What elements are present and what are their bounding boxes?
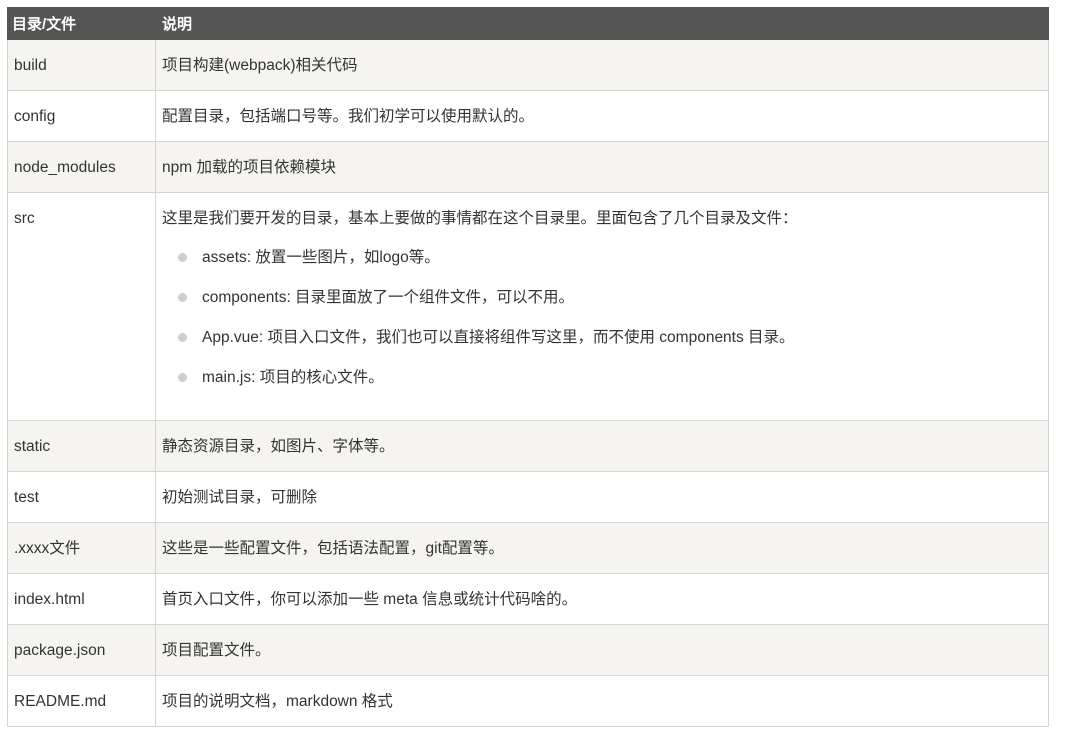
table-header-row: 目录/文件 说明 <box>7 7 1049 40</box>
table-row-src: src 这里是我们要开发的目录，基本上要做的事情都在这个目录里。里面包含了几个目… <box>7 192 1049 421</box>
directory-table-container: 目录/文件 说明 build 项目构建(webpack)相关代码 config … <box>7 7 1049 727</box>
row-description: npm 加载的项目依赖模块 <box>155 141 1049 193</box>
table-row: README.md 项目的说明文档，markdown 格式 <box>7 675 1049 727</box>
src-subitems-list: assets: 放置一些图片，如logo等。 components: 目录里面放… <box>162 248 1042 408</box>
table-row: config 配置目录，包括端口号等。我们初学可以使用默认的。 <box>7 90 1049 142</box>
list-item: components: 目录里面放了一个组件文件，可以不用。 <box>178 288 1042 328</box>
row-name: .xxxx文件 <box>7 522 156 574</box>
row-name: index.html <box>7 573 156 625</box>
row-name: build <box>7 39 156 91</box>
row-description: 初始测试目录，可删除 <box>155 471 1049 523</box>
list-item: assets: 放置一些图片，如logo等。 <box>178 248 1042 288</box>
row-description: 项目的说明文档，markdown 格式 <box>155 675 1049 727</box>
row-name: package.json <box>7 624 156 676</box>
row-description: 项目构建(webpack)相关代码 <box>155 39 1049 91</box>
row-description: 静态资源目录，如图片、字体等。 <box>155 420 1049 472</box>
table-row: test 初始测试目录，可删除 <box>7 471 1049 523</box>
bullet-icon <box>178 373 187 382</box>
header-directory-file: 目录/文件 <box>7 7 156 40</box>
list-item: App.vue: 项目入口文件，我们也可以直接将组件写这里，而不使用 compo… <box>178 328 1042 368</box>
row-description-src: 这里是我们要开发的目录，基本上要做的事情都在这个目录里。里面包含了几个目录及文件… <box>155 192 1049 421</box>
table-row: static 静态资源目录，如图片、字体等。 <box>7 420 1049 472</box>
table-row: build 项目构建(webpack)相关代码 <box>7 39 1049 91</box>
header-description: 说明 <box>155 7 1049 40</box>
row-description: 首页入口文件，你可以添加一些 meta 信息或统计代码啥的。 <box>155 573 1049 625</box>
directory-table: 目录/文件 说明 build 项目构建(webpack)相关代码 config … <box>7 7 1049 727</box>
row-name: static <box>7 420 156 472</box>
row-description: 配置目录，包括端口号等。我们初学可以使用默认的。 <box>155 90 1049 142</box>
list-item-text: App.vue: 项目入口文件，我们也可以直接将组件写这里，而不使用 compo… <box>202 329 795 346</box>
table-row: index.html 首页入口文件，你可以添加一些 meta 信息或统计代码啥的… <box>7 573 1049 625</box>
row-name: node_modules <box>7 141 156 193</box>
row-name: config <box>7 90 156 142</box>
list-item-text: components: 目录里面放了一个组件文件，可以不用。 <box>202 289 575 306</box>
bullet-icon <box>178 253 187 262</box>
list-item-text: assets: 放置一些图片，如logo等。 <box>202 249 440 266</box>
bullet-icon <box>178 333 187 342</box>
list-item-text: main.js: 项目的核心文件。 <box>202 369 384 386</box>
row-description: 项目配置文件。 <box>155 624 1049 676</box>
row-name: README.md <box>7 675 156 727</box>
row-name: test <box>7 471 156 523</box>
table-row: node_modules npm 加载的项目依赖模块 <box>7 141 1049 193</box>
bullet-icon <box>178 293 187 302</box>
table-row: .xxxx文件 这些是一些配置文件，包括语法配置，git配置等。 <box>7 522 1049 574</box>
row-description: 这些是一些配置文件，包括语法配置，git配置等。 <box>155 522 1049 574</box>
src-intro-text: 这里是我们要开发的目录，基本上要做的事情都在这个目录里。里面包含了几个目录及文件… <box>162 210 798 227</box>
list-item: main.js: 项目的核心文件。 <box>178 368 1042 408</box>
row-name: src <box>7 192 156 421</box>
table-row: package.json 项目配置文件。 <box>7 624 1049 676</box>
